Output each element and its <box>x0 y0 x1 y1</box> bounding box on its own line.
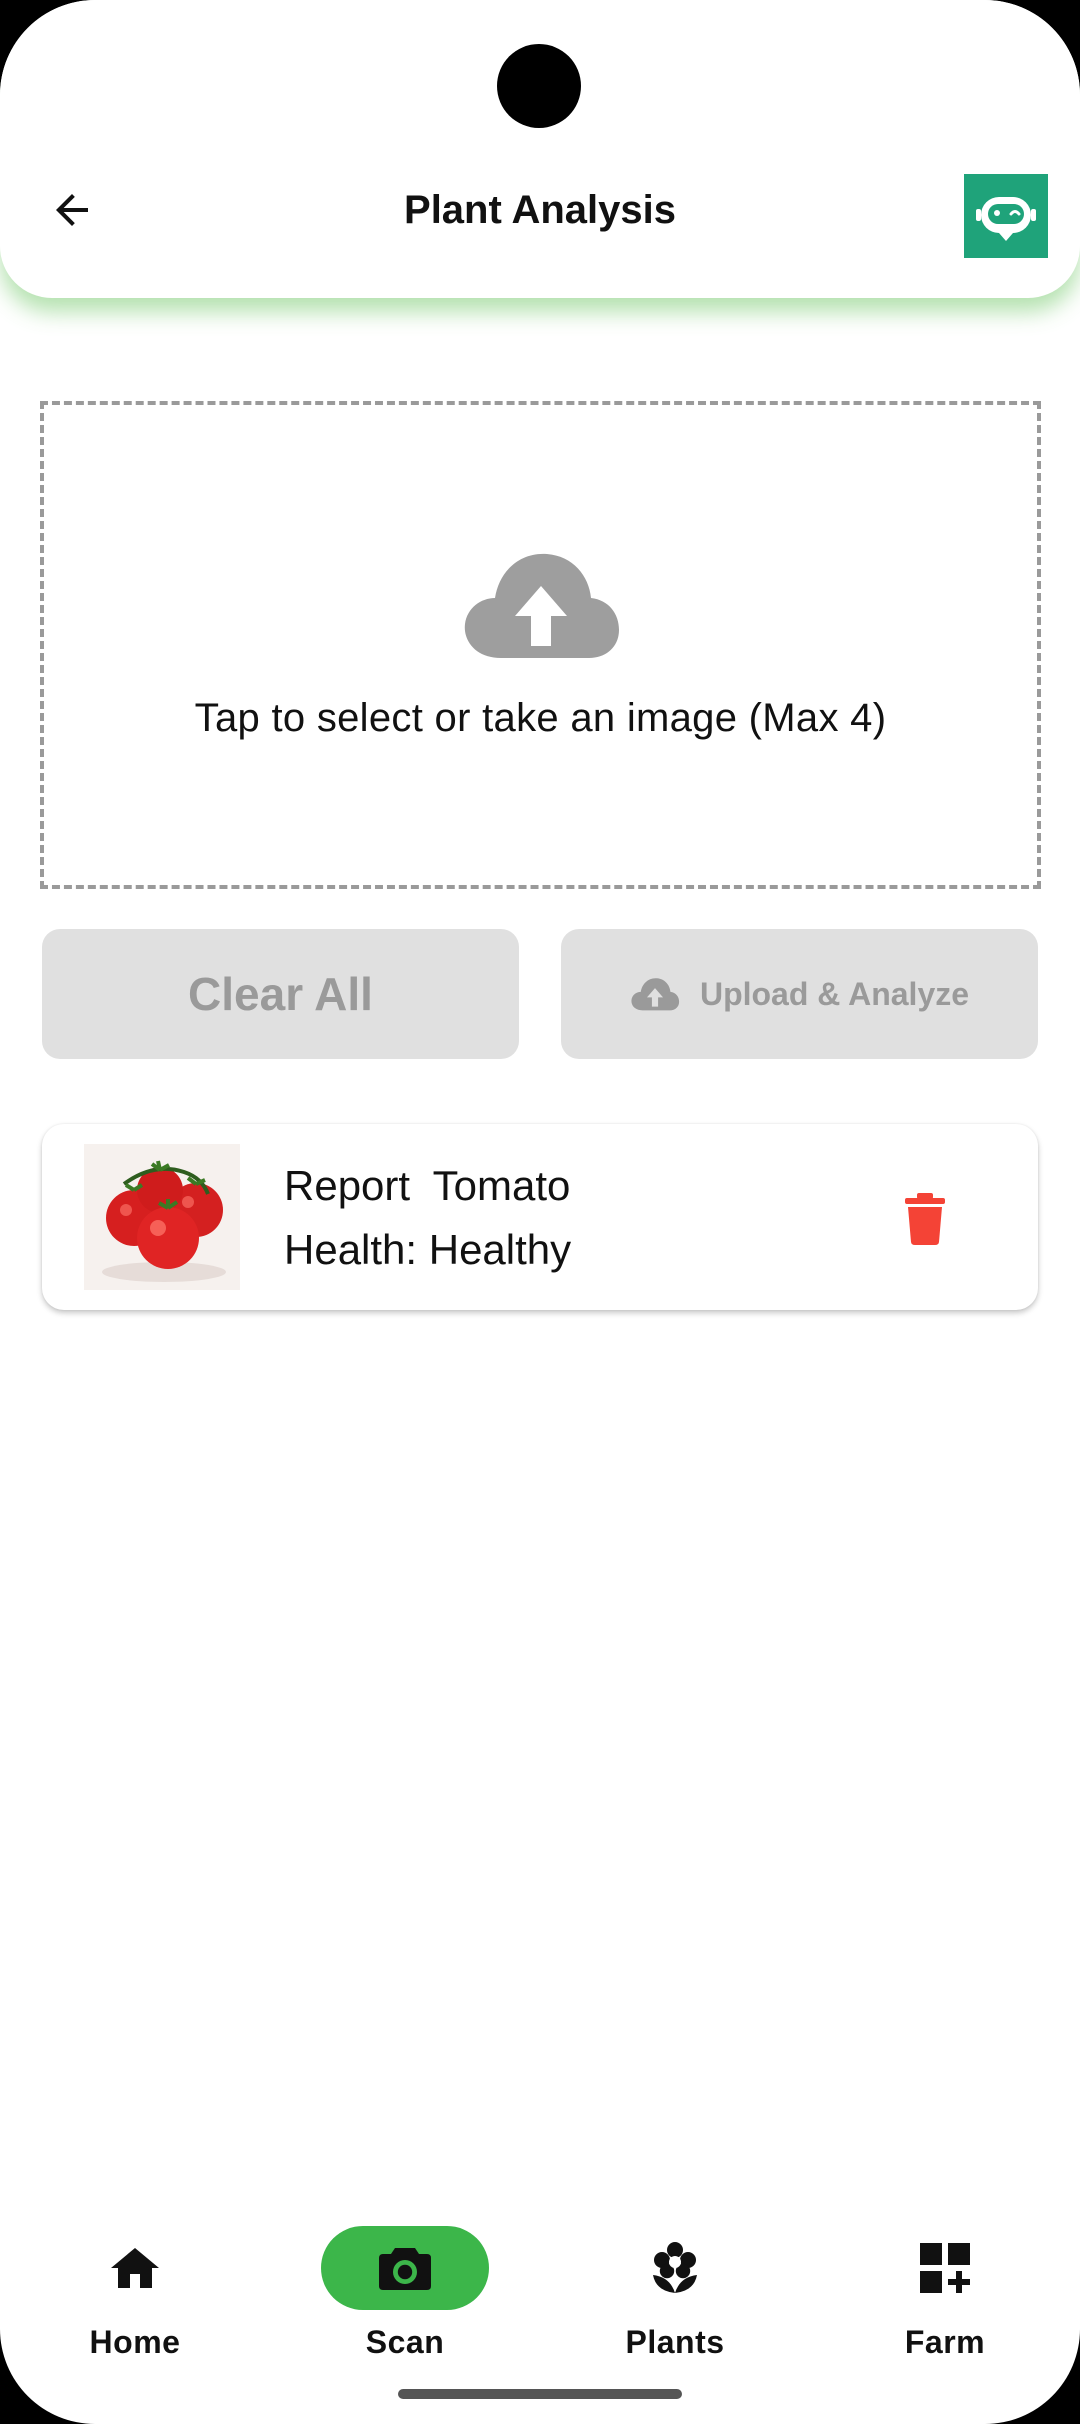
nav-label-plants: Plants <box>625 2324 725 2360</box>
dropzone-label: Tap to select or take an image (Max 4) <box>194 695 887 740</box>
chatbot-button[interactable] <box>964 174 1048 258</box>
app-screen: Plant Analysis Tap to select or take an … <box>0 0 1080 2424</box>
image-dropzone[interactable]: Tap to select or take an image (Max 4) <box>40 401 1041 889</box>
camera-cutout <box>497 44 581 128</box>
cloud-upload-icon <box>464 553 619 658</box>
delete-report-button[interactable] <box>890 1184 960 1254</box>
nav-label-home: Home <box>89 2324 181 2360</box>
upload-analyze-button[interactable]: Upload & Analyze <box>561 929 1038 1059</box>
clear-all-label: Clear All <box>188 968 373 1020</box>
robot-icon <box>976 197 1036 241</box>
grid-plus-icon <box>920 2243 970 2293</box>
upload-analyze-label: Upload & Analyze <box>699 975 970 1012</box>
report-title: Report Tomato <box>284 1162 571 1209</box>
cloud-upload-small-icon <box>631 978 680 1011</box>
trash-icon <box>905 1193 945 1245</box>
home-indicator[interactable] <box>398 2389 682 2399</box>
report-health: Health: Healthy <box>284 1226 572 1273</box>
nav-scan[interactable]: Scan <box>305 2200 505 2361</box>
nav-label-farm: Farm <box>904 2324 986 2360</box>
nav-home[interactable]: Home <box>35 2200 235 2361</box>
tomato-thumbnail <box>84 1144 240 1290</box>
home-icon <box>111 2248 159 2288</box>
clear-all-button[interactable]: Clear All <box>42 929 519 1059</box>
camera-icon <box>379 2248 431 2290</box>
page-title: Plant Analysis <box>404 188 676 232</box>
nav-plants[interactable]: Plants <box>575 2200 775 2361</box>
nav-farm[interactable]: Farm <box>845 2200 1045 2361</box>
nav-label-scan: Scan <box>365 2324 445 2360</box>
report-card[interactable]: Report Tomato Health: Healthy <box>42 1124 1038 1310</box>
flower-icon <box>653 2242 697 2293</box>
